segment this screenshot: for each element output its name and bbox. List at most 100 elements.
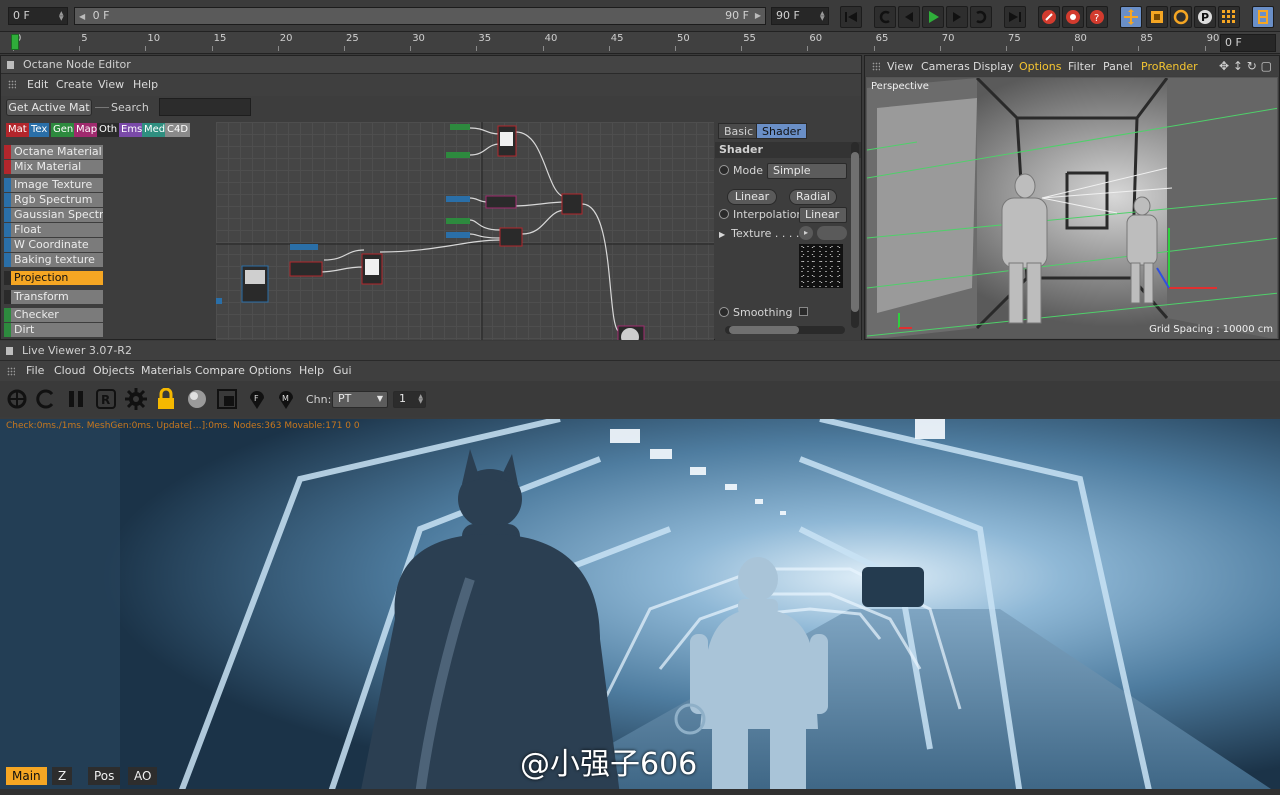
parameter-key-button[interactable]: P <box>1194 6 1216 28</box>
menu-cameras[interactable]: Cameras <box>921 60 970 73</box>
node-item-projection[interactable]: Projection <box>4 271 103 285</box>
scale-key-button[interactable] <box>1146 6 1168 28</box>
node-graph-canvas[interactable] <box>216 122 714 340</box>
frame-range-slider[interactable]: ◀ 0 F 90 F ▶ <box>74 7 766 25</box>
render-aperture-icon[interactable] <box>6 388 28 410</box>
smoothing-animate-icon[interactable] <box>719 307 729 317</box>
node-item-transform[interactable]: Transform <box>4 290 103 304</box>
panel-grip-icon[interactable] <box>6 347 13 355</box>
menu-materials[interactable]: Materials <box>141 364 191 377</box>
menu-prorender[interactable]: ProRender <box>1141 60 1198 73</box>
category-tab-med[interactable]: Med <box>142 123 168 137</box>
autokey-button[interactable] <box>1062 6 1084 28</box>
panel-grip-icon[interactable] <box>7 61 14 69</box>
spinner-icon[interactable]: ▲ ▼ <box>418 394 423 405</box>
rotation-key-button[interactable] <box>1170 6 1192 28</box>
pick-material-icon[interactable]: M <box>275 388 297 410</box>
category-tab-tex[interactable]: Tex <box>29 123 50 137</box>
tab-shader[interactable]: Shader <box>756 123 807 139</box>
category-tab-mat[interactable]: Mat <box>6 123 29 137</box>
next-key-button[interactable] <box>970 6 992 28</box>
mode-dropdown[interactable]: Simple <box>767 163 847 179</box>
channel-number-field[interactable]: 1 ▲ ▼ <box>393 391 426 408</box>
range-left-arrow-icon[interactable]: ◀ <box>79 12 85 21</box>
menu-objects[interactable]: Objects <box>93 364 135 377</box>
category-tab-oth[interactable]: Oth <box>97 123 120 137</box>
viewport-nav-icons[interactable]: ✥ ↕ ↻ ▢ <box>1219 59 1272 73</box>
vertical-scrollbar[interactable] <box>851 142 859 328</box>
get-active-mat-button[interactable]: Get Active Mat <box>6 99 92 116</box>
node-item-dirt[interactable]: Dirt <box>4 323 103 337</box>
category-tab-c4d[interactable]: C4D <box>165 123 191 137</box>
go-to-start-button[interactable] <box>840 6 862 28</box>
texture-load-icon[interactable]: ▸ <box>799 226 813 240</box>
pause-icon[interactable] <box>65 388 87 410</box>
spinner-icon[interactable]: ▲ ▼ <box>820 11 826 22</box>
position-key-button[interactable] <box>1120 6 1142 28</box>
record-keys-button[interactable] <box>1038 6 1060 28</box>
menu-options[interactable]: Options <box>1019 60 1061 73</box>
scrollbar-thumb[interactable] <box>851 152 859 312</box>
pick-focus-icon[interactable]: F <box>246 388 268 410</box>
current-frame-field[interactable]: 0 F <box>1220 34 1276 52</box>
frame-region-icon[interactable] <box>216 388 238 410</box>
start-frame-field[interactable]: 0 F ▲ ▼ <box>8 7 68 25</box>
end-frame-field[interactable]: 90 F ▲ ▼ <box>771 7 829 25</box>
point-level-button[interactable] <box>1218 6 1240 28</box>
previous-frame-button[interactable] <box>898 6 920 28</box>
menu-compare[interactable]: Compare <box>195 364 245 377</box>
node-item-octane-material[interactable]: Octane Material <box>4 145 103 159</box>
tab-basic[interactable]: Basic <box>718 123 760 139</box>
node-item-rgb-spectrum[interactable]: Rgb Spectrum <box>4 193 103 207</box>
settings-gear-icon[interactable] <box>125 388 147 410</box>
timeline-layout-button[interactable] <box>1252 6 1274 28</box>
category-tab-ems[interactable]: Ems <box>119 123 145 137</box>
menu-help[interactable]: Help <box>133 78 158 91</box>
menu-view[interactable]: View <box>98 78 124 91</box>
tab-z[interactable]: Z <box>52 767 73 785</box>
scrollbar-thumb[interactable] <box>729 326 799 334</box>
next-frame-button[interactable] <box>946 6 968 28</box>
tab-pos[interactable]: Pos <box>88 767 121 785</box>
go-to-end-button[interactable] <box>1004 6 1026 28</box>
menu-gui[interactable]: Gui <box>333 364 352 377</box>
menu-create[interactable]: Create <box>56 78 93 91</box>
menu-edit[interactable]: Edit <box>27 78 48 91</box>
lock-icon[interactable] <box>155 388 177 410</box>
range-right-arrow-icon[interactable]: ▶ <box>755 8 761 24</box>
node-item-baking-texture[interactable]: Baking texture <box>4 253 103 267</box>
menu-filter[interactable]: Filter <box>1068 60 1095 73</box>
node-item-image-texture[interactable]: Image Texture <box>4 178 103 192</box>
tab-ao[interactable]: AO <box>128 767 158 785</box>
playhead[interactable] <box>11 34 19 50</box>
menu-options[interactable]: Options <box>249 364 291 377</box>
interpolation-animate-icon[interactable] <box>719 209 729 219</box>
node-item-checker[interactable]: Checker <box>4 308 103 322</box>
menu-grip-icon[interactable] <box>8 80 16 89</box>
node-search-input[interactable] <box>159 98 251 116</box>
category-tab-gen[interactable]: Gen <box>51 123 76 137</box>
linear-button[interactable]: Linear <box>727 189 777 205</box>
play-button[interactable] <box>922 6 944 28</box>
node-item-gaussian-spectrum[interactable]: Gaussian Spectrum <box>4 208 103 222</box>
category-tab-map[interactable]: Map <box>74 123 100 137</box>
node-item-w-coordinate[interactable]: W Coordinate <box>4 238 103 252</box>
menu-cloud[interactable]: Cloud <box>54 364 85 377</box>
material-ball-icon[interactable] <box>186 388 208 410</box>
horizontal-scrollbar[interactable] <box>725 326 845 334</box>
mode-animate-icon[interactable] <box>719 165 729 175</box>
viewport-canvas[interactable]: Perspective Grid Spacing : 10000 cm <box>866 77 1278 339</box>
restart-render-icon[interactable] <box>35 388 57 410</box>
smoothing-checkbox[interactable] <box>799 307 808 316</box>
node-item-float[interactable]: Float <box>4 223 103 237</box>
menu-help[interactable]: Help <box>299 364 324 377</box>
menu-panel[interactable]: Panel <box>1103 60 1133 73</box>
radial-button[interactable]: Radial <box>789 189 837 205</box>
region-render-icon[interactable]: R <box>95 388 117 410</box>
timeline-ruler[interactable]: 051015202530354045505560657075808590 0 F <box>0 32 1280 54</box>
tab-main[interactable]: Main <box>6 767 47 785</box>
menu-grip-icon[interactable] <box>872 62 880 71</box>
node-item-mix-material[interactable]: Mix Material <box>4 160 103 174</box>
expand-arrow-icon[interactable]: ▶ <box>719 230 725 239</box>
menu-view[interactable]: View <box>887 60 913 73</box>
